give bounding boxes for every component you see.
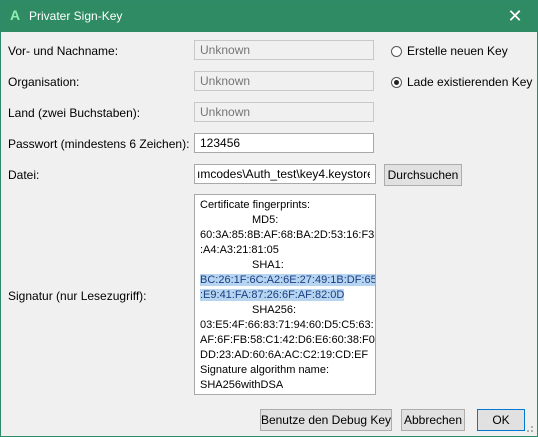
signature-line: Certificate fingerprints: <box>200 199 311 211</box>
close-icon[interactable]: ✕ <box>497 1 533 32</box>
name-field[interactable] <box>194 40 374 60</box>
create-new-key-radio[interactable]: Erstelle neuen Key <box>391 44 508 58</box>
signature-line: SHA256withDSA <box>200 379 284 391</box>
resize-grip-icon[interactable] <box>524 423 534 433</box>
signature-line: Signature algorithm name: <box>200 364 330 376</box>
signature-textarea[interactable]: Certificate fingerprints: MD5: 60:3A:85:… <box>194 194 376 395</box>
ok-button[interactable]: OK <box>477 409 525 431</box>
sign-key-dialog: A Privater Sign-Key ✕ Vor- und Nachname:… <box>0 0 538 437</box>
signature-line: DD:23:AD:60:6A:AC:C2:19:CD:EF <box>200 349 369 361</box>
browse-button[interactable]: Durchsuchen <box>384 164 462 186</box>
signature-line: 03:E5:4F:66:83:71:94:60:D5:C5:63: <box>200 319 374 331</box>
app-logo-icon: A <box>10 7 21 23</box>
signature-line: SHA256: <box>252 304 297 316</box>
radio-checked-icon[interactable] <box>391 76 402 88</box>
radio-unchecked-icon[interactable] <box>391 45 402 57</box>
title-bar: A Privater Sign-Key ✕ <box>1 1 537 32</box>
create-new-key-label: Erstelle neuen Key <box>407 44 508 58</box>
cancel-button[interactable]: Abbrechen <box>401 409 465 431</box>
file-path-field[interactable] <box>194 164 376 184</box>
signature-line: AF:6F:FB:58:C1:42:D6:E6:60:38:F0: <box>200 334 376 346</box>
country-label: Land (zwei Buchstaben): <box>8 106 141 120</box>
window-title: Privater Sign-Key <box>29 9 123 23</box>
load-existing-key-radio[interactable]: Lade existierenden Key <box>391 75 532 89</box>
use-debug-key-button[interactable]: Benutze den Debug Key <box>260 409 392 431</box>
password-field[interactable] <box>194 133 374 153</box>
organisation-label: Organisation: <box>8 75 80 89</box>
name-label: Vor- und Nachname: <box>8 44 119 58</box>
signature-line: MD5: <box>252 214 279 226</box>
signature-line: :A4:A3:21:81:05 <box>200 244 279 256</box>
organisation-field[interactable] <box>194 71 374 91</box>
signature-line-selected: BC:26:1F:6C:A2:6E:27:49:1B:DF:65 <box>200 274 376 286</box>
load-existing-key-label: Lade existierenden Key <box>407 75 533 89</box>
country-field[interactable] <box>194 102 374 122</box>
file-label: Datei: <box>8 168 40 182</box>
signature-line: 60:3A:85:8B:AF:68:BA:2D:53:16:F3 <box>200 229 375 241</box>
password-label: Passwort (mindestens 6 Zeichen): <box>8 137 190 151</box>
signature-line: SHA1: <box>252 259 284 271</box>
signature-label: Signatur (nur Lesezugriff): <box>8 289 147 303</box>
signature-line-selected: :E9:41:FA:87:26:6F:AF:82:0D <box>200 289 345 301</box>
